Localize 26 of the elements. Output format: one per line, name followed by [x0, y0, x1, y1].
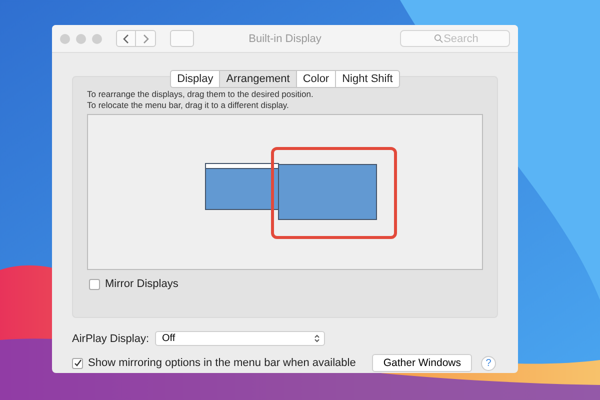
tab[interactable]: Display	[170, 70, 220, 88]
airplay-dropdown[interactable]: Off	[155, 331, 326, 346]
chevron-left-icon	[123, 34, 129, 44]
checkbox-label: Mirror Displays	[105, 278, 178, 290]
checkbox[interactable]	[72, 358, 83, 368]
back-button[interactable]	[116, 30, 136, 47]
forward-button[interactable]	[136, 30, 156, 47]
show-all-button[interactable]	[170, 30, 194, 47]
help-button[interactable]: ?	[481, 356, 496, 370]
minimize-button[interactable]	[76, 34, 86, 44]
tab[interactable]: Color	[296, 70, 336, 88]
display-drawing[interactable]	[205, 163, 279, 210]
close-button[interactable]	[60, 34, 70, 44]
search-field[interactable]: Search	[400, 30, 510, 47]
chevron-right-icon	[142, 34, 148, 44]
tab[interactable]: Night Shift	[335, 70, 400, 88]
zoom-button[interactable]	[92, 34, 102, 44]
stepper-arrows-icon	[314, 334, 320, 343]
checkbox[interactable]	[89, 278, 100, 290]
search-icon	[434, 34, 443, 43]
instruction-text: To rearrange the displays, drag them to the desired position. To relocate the menu bar, drag it to a different display.	[87, 89, 314, 111]
airplay-label: AirPlay Display:	[72, 332, 150, 344]
tab[interactable]: Arrangement	[219, 70, 296, 88]
gather-windows-button[interactable]: Gather Windows	[372, 354, 472, 372]
checkbox-label: Show mirroring options in the menu bar when available	[88, 357, 356, 369]
window-title: Built-in Display	[248, 32, 322, 44]
